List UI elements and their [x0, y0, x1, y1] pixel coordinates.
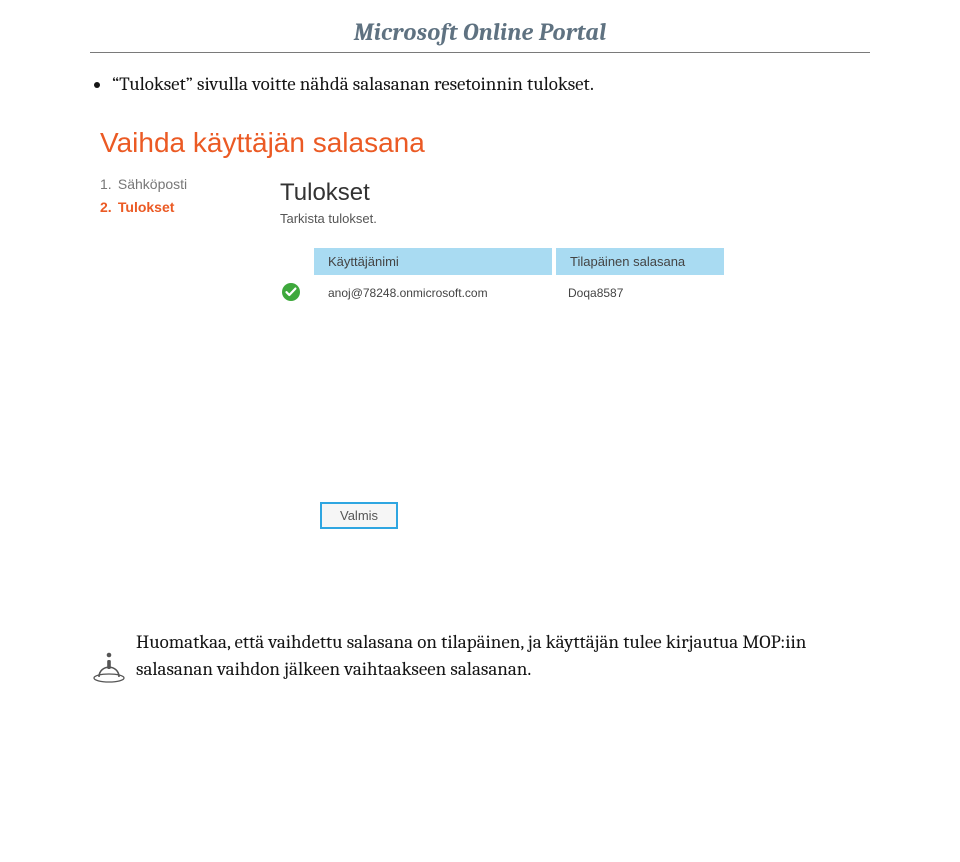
table-row: anoj@78248.onmicrosoft.com Doqa8587 — [280, 275, 724, 312]
step-number: 1. — [100, 173, 114, 197]
step-label: Sähköposti — [118, 176, 187, 192]
finish-button[interactable]: Valmis — [320, 502, 398, 529]
wizard-step-email[interactable]: 1. Sähköposti — [100, 173, 250, 197]
success-check-icon — [282, 283, 300, 301]
document-header: Microsoft Online Portal — [90, 0, 870, 50]
note-text: Huomatkaa, että vaihdettu salasana on ti… — [136, 629, 870, 684]
panel-subtext: Tarkista tulokset. — [280, 211, 870, 226]
results-table: Käyttäjänimi Tilapäinen salasana — [280, 248, 724, 312]
cell-username: anoj@78248.onmicrosoft.com — [314, 275, 554, 312]
header-rule — [90, 52, 870, 53]
wizard-title: Vaihda käyttäjän salasana — [100, 127, 870, 159]
intro-bullet: “Tulokset” sivulla voitte nähdä salasana… — [112, 71, 870, 99]
password-reset-wizard: Vaihda käyttäjän salasana 1. Sähköposti … — [90, 127, 870, 529]
column-header-temp-password: Tilapäinen salasana — [554, 248, 724, 275]
step-number: 2. — [100, 196, 114, 220]
column-header-username: Käyttäjänimi — [314, 248, 554, 275]
wizard-steps: 1. Sähköposti 2. Tulokset — [100, 173, 250, 529]
wizard-step-results[interactable]: 2. Tulokset — [100, 196, 250, 220]
cell-temp-password: Doqa8587 — [554, 275, 724, 312]
panel-heading: Tulokset — [280, 179, 870, 207]
info-icon — [90, 646, 128, 684]
document-title: Microsoft Online Portal — [354, 18, 607, 46]
step-label: Tulokset — [118, 199, 175, 215]
